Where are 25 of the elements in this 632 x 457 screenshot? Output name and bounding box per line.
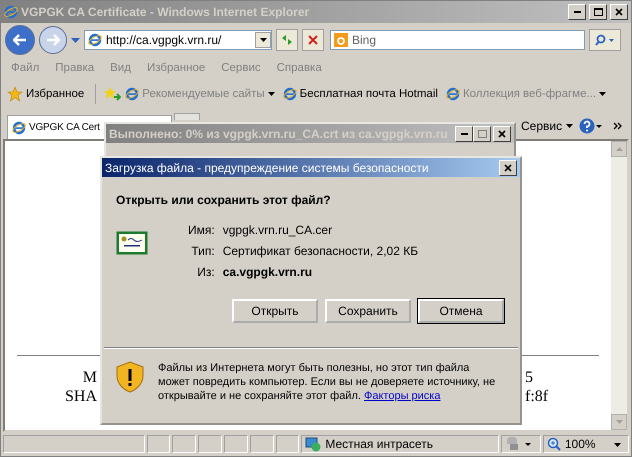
dialog-button[interactable]: Отмена bbox=[418, 299, 504, 323]
favorites-button[interactable]: Избранное bbox=[7, 86, 84, 102]
field-value: ca.vgpgk.vrn.ru bbox=[222, 265, 314, 279]
page-text: 5 bbox=[525, 368, 534, 387]
field-label: Тип: bbox=[190, 244, 215, 258]
dialog-question: Открыть или сохранить этот файл? bbox=[116, 193, 332, 207]
dialog-title: Загрузка файла - предупреждение системы безопасности bbox=[105, 160, 429, 174]
field-value: Сертификат безопасности, 2,02 КБ bbox=[222, 244, 418, 258]
tools-menu[interactable]: Сервис bbox=[521, 119, 574, 133]
window-title: VGPGK CA Certificate - Windows Internet Explorer bbox=[21, 5, 310, 19]
field-label: Имя: bbox=[188, 223, 215, 237]
security-zone: Местная интрасеть bbox=[325, 437, 433, 451]
address-field[interactable]: http://ca.vgpgk.vrn.ru/ bbox=[84, 30, 272, 50]
page-text: M bbox=[82, 368, 97, 387]
field-value: vgpgk.vrn.ru_CA.cer bbox=[222, 223, 334, 237]
risk-factors-link[interactable]: Факторы риска bbox=[364, 390, 440, 402]
search-field[interactable]: Bing bbox=[330, 30, 585, 50]
zoom-button[interactable]: 100% bbox=[542, 435, 629, 453]
page-text: SHA bbox=[64, 387, 97, 406]
dialog-button[interactable]: Сохранить bbox=[325, 299, 411, 323]
field-label: Из: bbox=[196, 265, 215, 279]
dialog-button[interactable]: Открыть bbox=[232, 299, 318, 323]
favorites-link[interactable]: Бесплатная почта Hotmail bbox=[282, 87, 438, 101]
page-text: f:8f bbox=[525, 387, 550, 406]
warning-text: Файлы из Интернета могут быть полезны, но этот тип файла может повредить компьютер. Если вы не доверяете источнику, не открывайте и не сохраняйте этот файл. Факторы риска bbox=[158, 361, 496, 403]
